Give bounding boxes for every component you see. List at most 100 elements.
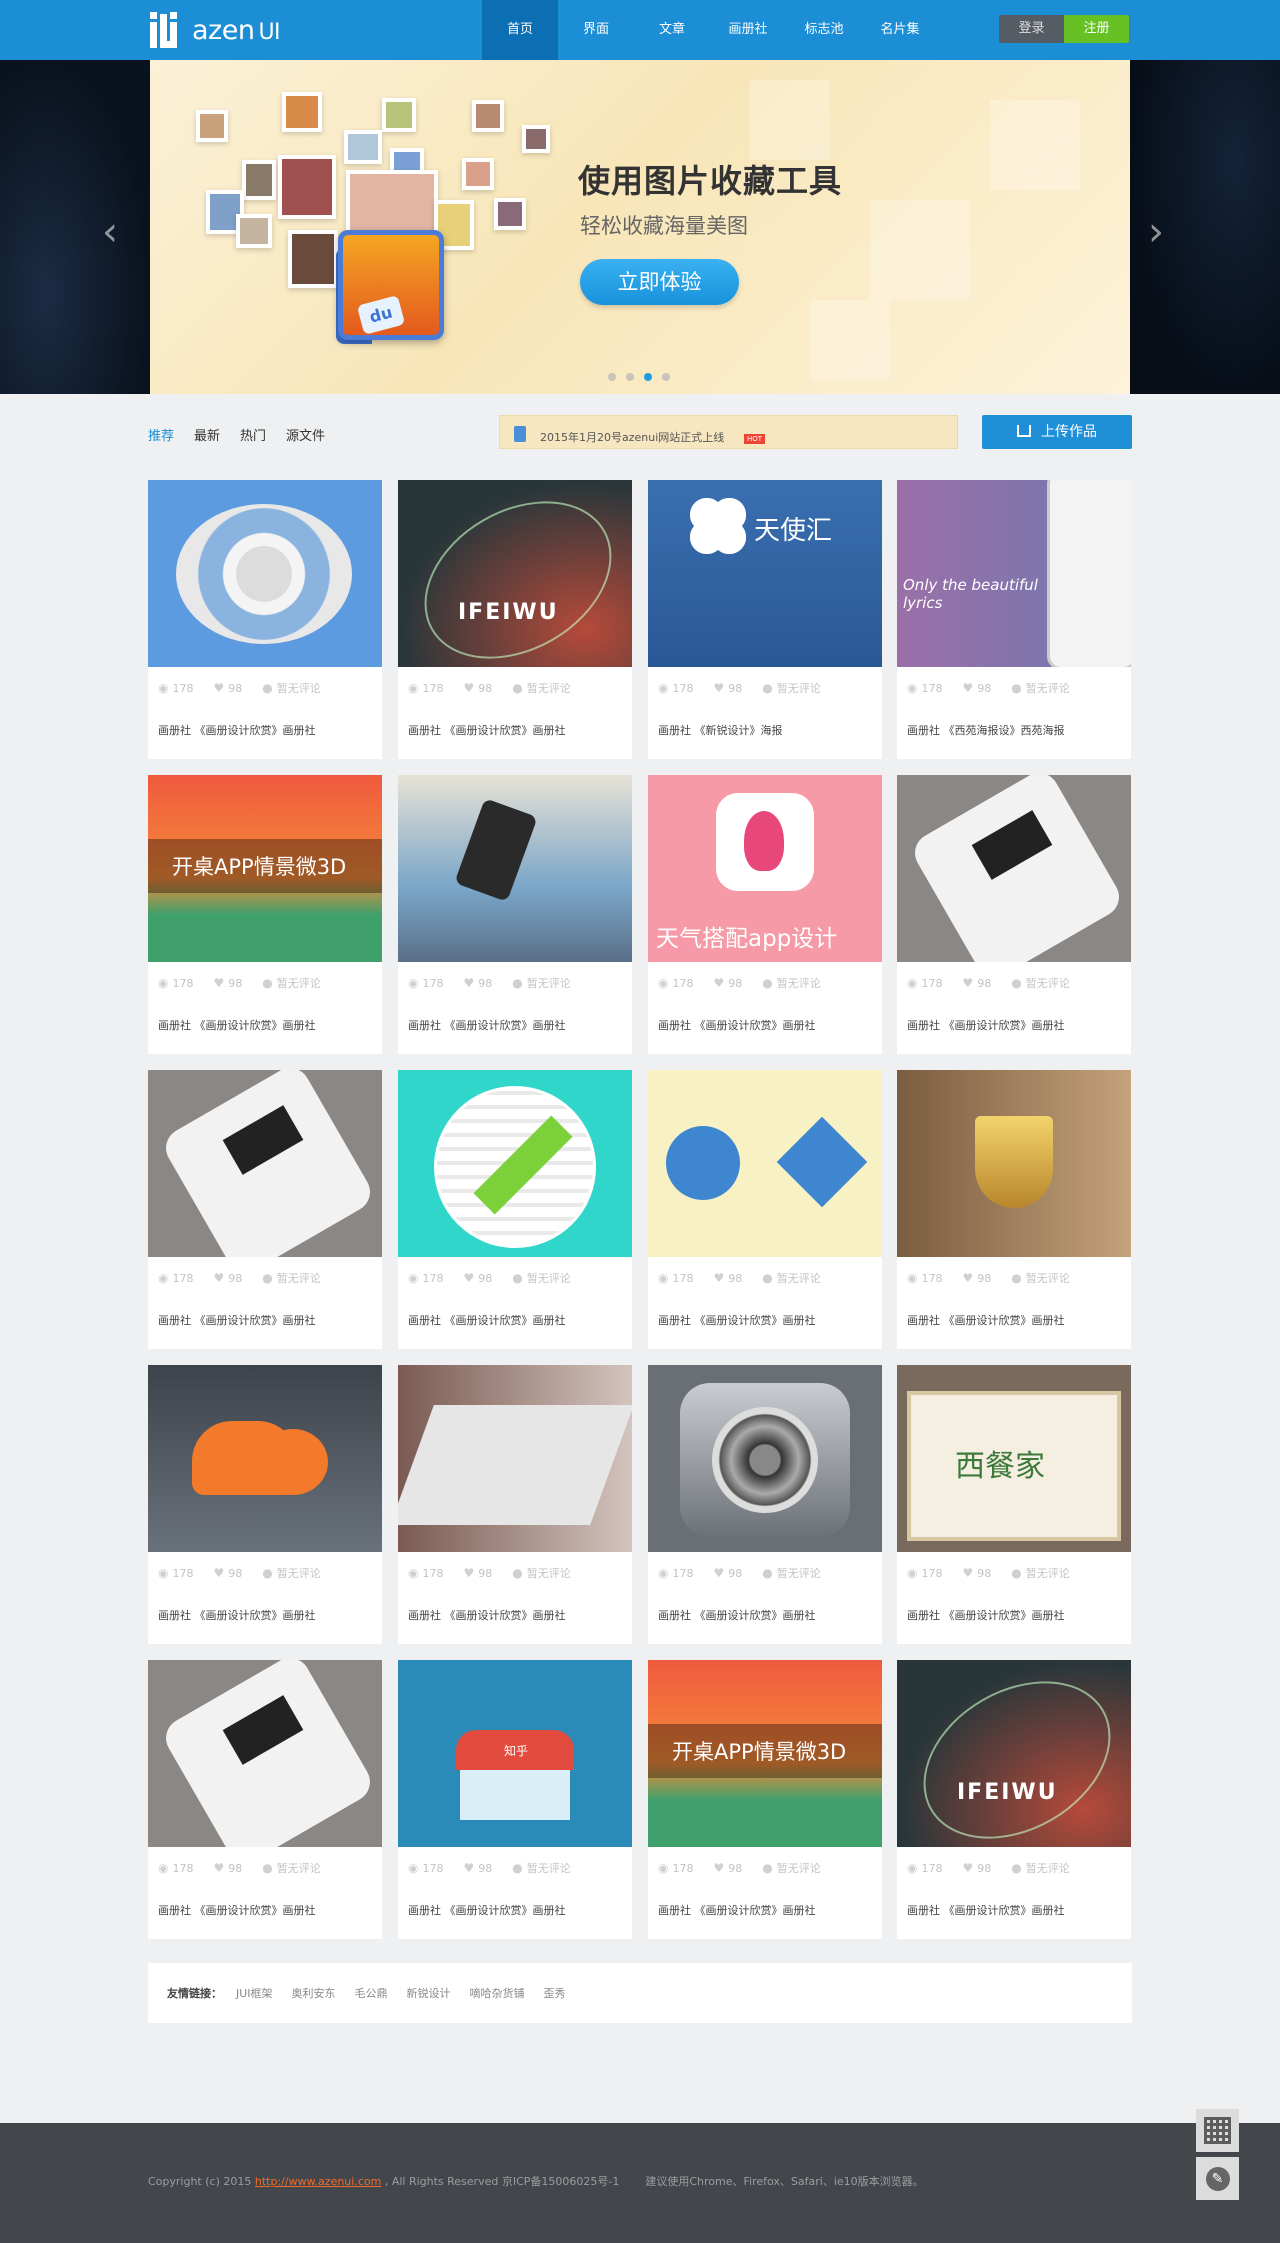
work-caption[interactable]: 画册社 《画册设计欣赏》画册社 [907, 1017, 1065, 1033]
work-thumbnail[interactable]: Only the beautiful lyrics [897, 480, 1131, 667]
work-card[interactable]: ◉ 178 ♥ 98 ● 暂无评论 画册社 《画册设计欣赏》画册社 [897, 1070, 1131, 1349]
work-caption[interactable]: 画册社 《画册设计欣赏》画册社 [408, 1607, 566, 1623]
nav-articles[interactable]: 文章 [634, 0, 710, 60]
work-caption[interactable]: 画册社 《画册设计欣赏》画册社 [658, 1607, 816, 1623]
login-button[interactable]: 登录 [999, 15, 1064, 43]
work-card[interactable]: ◉ 178 ♥ 98 ● 暂无评论 画册社 《画册设计欣赏》画册社 [648, 1070, 882, 1349]
friend-link[interactable]: 新锐设计 [407, 1985, 451, 2001]
carousel-slide[interactable]: du 使用图片收藏工具 轻松收藏海量美图 立即体验 [150, 60, 1130, 394]
work-card[interactable]: ◉ 178 ♥ 98 ● 暂无评论 画册社 《画册设计欣赏》画册社 [148, 480, 382, 759]
work-thumbnail[interactable]: 开桌APP情景微3D [148, 775, 382, 962]
comment-icon: ● [762, 1271, 773, 1285]
register-button[interactable]: 注册 [1064, 15, 1129, 43]
work-caption[interactable]: 画册社 《画册设计欣赏》画册社 [408, 1017, 566, 1033]
work-caption[interactable]: 画册社 《西苑海报设》西苑海报 [907, 722, 1065, 738]
work-caption[interactable]: 画册社 《画册设计欣赏》画册社 [907, 1902, 1065, 1918]
work-thumbnail[interactable]: 天使汇 [648, 480, 882, 667]
work-thumbnail[interactable] [897, 775, 1131, 962]
site-url-link[interactable]: http://www.azenui.com [255, 2175, 381, 2188]
carousel-dot-1[interactable] [608, 373, 616, 381]
tab-popular[interactable]: 热门 [240, 425, 266, 444]
work-card[interactable]: ◉ 178 ♥ 98 ● 暂无评论 画册社 《画册设计欣赏》画册社 [398, 1070, 632, 1349]
nav-home[interactable]: 首页 [482, 0, 558, 60]
nav-logo-pool[interactable]: 标志池 [786, 0, 862, 60]
tab-recommended[interactable]: 推荐 [148, 425, 174, 444]
feedback-button[interactable]: ✎ [1196, 2157, 1239, 2200]
nav-brochure[interactable]: 画册社 [710, 0, 786, 60]
work-card[interactable]: 开桌APP情景微3D ◉ 178 ♥ 98 ● 暂无评论 画册社 《画册设计欣赏》画册社 [148, 775, 382, 1054]
work-thumbnail[interactable] [148, 480, 382, 667]
work-thumbnail[interactable]: 知乎 [398, 1660, 632, 1847]
work-thumbnail[interactable]: 天气搭配app设计 [648, 775, 882, 962]
work-card[interactable]: IFEIWU ◉ 178 ♥ 98 ● 暂无评论 画册社 《画册设计欣赏》画册社 [398, 480, 632, 759]
filter-tabs: 推荐 最新 热门 源文件 [148, 425, 325, 444]
work-thumbnail[interactable] [148, 1660, 382, 1847]
browser-note: 建议使用Chrome、Firefox、Safari、ie10版本浏览器。 [645, 2175, 924, 2188]
work-card[interactable]: IFEIWU ◉ 178 ♥ 98 ● 暂无评论 画册社 《画册设计欣赏》画册社 [897, 1660, 1131, 1939]
comment-status: 暂无评论 [776, 1272, 821, 1285]
site-logo[interactable]: azen UI [148, 9, 281, 51]
work-card[interactable]: ◉ 178 ♥ 98 ● 暂无评论 画册社 《画册设计欣赏》画册社 [897, 775, 1131, 1054]
friend-link[interactable]: 歪秀 [544, 1985, 566, 2001]
work-caption[interactable]: 画册社 《画册设计欣赏》画册社 [158, 1902, 316, 1918]
upload-work-button[interactable]: 上传作品 [982, 415, 1132, 449]
carousel-next-arrow-icon[interactable]: › [1148, 212, 1164, 252]
tab-source-files[interactable]: 源文件 [286, 425, 325, 444]
work-caption[interactable]: 画册社 《画册设计欣赏》画册社 [408, 722, 566, 738]
work-caption[interactable]: 画册社 《画册设计欣赏》画册社 [158, 1607, 316, 1623]
carousel-prev-arrow-icon[interactable]: ‹ [102, 212, 118, 252]
work-caption[interactable]: 画册社 《画册设计欣赏》画册社 [907, 1312, 1065, 1328]
work-card[interactable]: 天气搭配app设计 ◉ 178 ♥ 98 ● 暂无评论 画册社 《画册设计欣赏》画册社 [648, 775, 882, 1054]
friend-link[interactable]: 毛公鼎 [355, 1985, 388, 2001]
banner-subtitle: 轻松收藏海量美图 [580, 214, 748, 238]
work-thumbnail[interactable] [398, 1070, 632, 1257]
work-card[interactable]: ◉ 178 ♥ 98 ● 暂无评论 画册社 《画册设计欣赏》画册社 [148, 1365, 382, 1644]
work-thumbnail[interactable] [148, 1365, 382, 1552]
announcement-bar[interactable]: 2015年1月20号azenui网站正式上线 HOT [499, 415, 958, 449]
tab-latest[interactable]: 最新 [194, 425, 220, 444]
work-thumbnail[interactable] [648, 1365, 882, 1552]
work-caption[interactable]: 画册社 《画册设计欣赏》画册社 [158, 1017, 316, 1033]
work-card[interactable]: ◉ 178 ♥ 98 ● 暂无评论 画册社 《画册设计欣赏》画册社 [398, 1365, 632, 1644]
work-caption[interactable]: 画册社 《画册设计欣赏》画册社 [158, 722, 316, 738]
qr-code-button[interactable] [1196, 2109, 1239, 2152]
work-card[interactable]: Only the beautiful lyrics ◉ 178 ♥ 98 ● 暂无评论 画册社… [897, 480, 1131, 759]
work-card[interactable]: ◉ 178 ♥ 98 ● 暂无评论 画册社 《画册设计欣赏》画册社 [148, 1660, 382, 1939]
carousel-dot-3[interactable] [644, 373, 652, 381]
carousel-dot-4[interactable] [662, 373, 670, 381]
work-card[interactable]: 西餐家 ◉ 178 ♥ 98 ● 暂无评论 画册社 《画册设计欣赏》画册社 [897, 1365, 1131, 1644]
friend-link[interactable]: JUI框架 [236, 1985, 273, 2001]
friend-link[interactable]: 嘀哈杂货铺 [470, 1985, 525, 2001]
work-card[interactable]: ◉ 178 ♥ 98 ● 暂无评论 画册社 《画册设计欣赏》画册社 [148, 1070, 382, 1349]
work-thumbnail[interactable] [648, 1070, 882, 1257]
work-thumbnail[interactable]: IFEIWU [398, 480, 632, 667]
work-card[interactable]: 开桌APP情景微3D ◉ 178 ♥ 98 ● 暂无评论 画册社 《画册设计欣赏》画册社 [648, 1660, 882, 1939]
work-thumbnail[interactable]: 西餐家 [897, 1365, 1131, 1552]
work-card[interactable]: ◉ 178 ♥ 98 ● 暂无评论 画册社 《画册设计欣赏》画册社 [398, 775, 632, 1054]
work-thumbnail[interactable]: 开桌APP情景微3D [648, 1660, 882, 1847]
work-thumbnail[interactable] [398, 1365, 632, 1552]
nav-interface[interactable]: 界面 [558, 0, 634, 60]
work-card[interactable]: 天使汇 ◉ 178 ♥ 98 ● 暂无评论 画册社 《新锐设计》海报 [648, 480, 882, 759]
work-thumbnail[interactable] [148, 1070, 382, 1257]
work-thumbnail[interactable] [897, 1070, 1131, 1257]
nav-business-cards[interactable]: 名片集 [862, 0, 938, 60]
work-caption[interactable]: 画册社 《新锐设计》海报 [658, 722, 783, 738]
heart-icon: ♥ [713, 1566, 725, 1580]
work-caption[interactable]: 画册社 《画册设计欣赏》画册社 [158, 1312, 316, 1328]
work-caption[interactable]: 画册社 《画册设计欣赏》画册社 [658, 1312, 816, 1328]
try-now-button[interactable]: 立即体验 [580, 259, 739, 305]
work-caption[interactable]: 画册社 《画册设计欣赏》画册社 [907, 1607, 1065, 1623]
work-caption[interactable]: 画册社 《画册设计欣赏》画册社 [408, 1312, 566, 1328]
work-card[interactable]: ◉ 178 ♥ 98 ● 暂无评论 画册社 《画册设计欣赏》画册社 [648, 1365, 882, 1644]
work-thumbnail[interactable] [398, 775, 632, 962]
work-caption[interactable]: 画册社 《画册设计欣赏》画册社 [658, 1902, 816, 1918]
carousel-dot-2[interactable] [626, 373, 634, 381]
work-caption[interactable]: 画册社 《画册设计欣赏》画册社 [658, 1017, 816, 1033]
work-card[interactable]: 知乎 ◉ 178 ♥ 98 ● 暂无评论 画册社 《画册设计欣赏》画册社 [398, 1660, 632, 1939]
work-caption[interactable]: 画册社 《画册设计欣赏》画册社 [408, 1902, 566, 1918]
work-thumbnail[interactable]: IFEIWU [897, 1660, 1131, 1847]
friend-link[interactable]: 奥利安东 [292, 1985, 336, 2001]
like-count: 98 [728, 1566, 743, 1580]
announcement-text[interactable]: 2015年1月20号azenui网站正式上线 [540, 429, 724, 445]
